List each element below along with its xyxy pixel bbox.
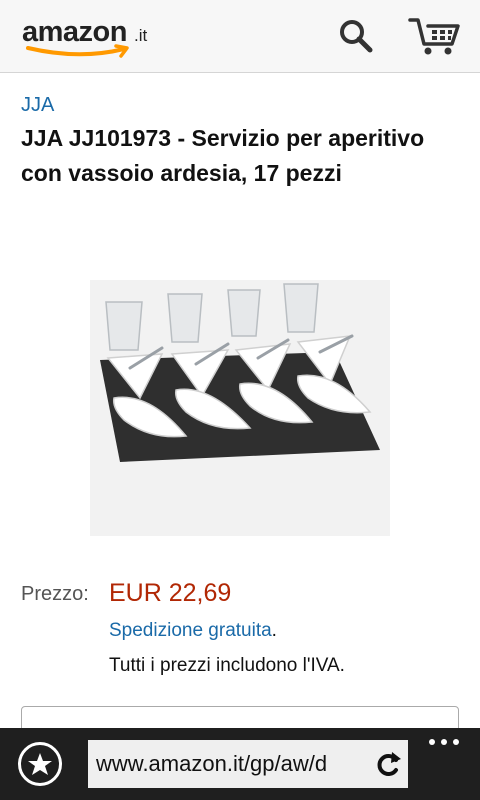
price-value: EUR 22,69 xyxy=(109,579,232,607)
product-title: JJA JJ101973 - Servizio per aperitivo co… xyxy=(21,125,425,186)
more-icon xyxy=(429,739,459,745)
search-icon xyxy=(340,20,373,53)
product-image[interactable] xyxy=(90,280,390,536)
refresh-icon xyxy=(377,752,401,776)
url-text: www.amazon.it/gp/aw/d xyxy=(96,751,328,776)
cart-icon xyxy=(408,18,460,55)
address-field[interactable]: www.amazon.it/gp/aw/d xyxy=(88,740,408,788)
brand-link[interactable]: JJA xyxy=(21,93,54,117)
price-label: Prezzo: xyxy=(21,583,89,605)
app-header: amazon .it xyxy=(0,0,480,73)
shipping-suffix: . xyxy=(271,620,277,641)
smile-arrow-icon xyxy=(26,44,129,58)
amazon-logo[interactable]: amazon .it xyxy=(22,14,182,58)
vat-note: Tutti i prezzi includono l'IVA. xyxy=(109,655,345,676)
more-menu-button[interactable] xyxy=(424,732,468,752)
product-photo xyxy=(90,280,390,536)
search-button[interactable] xyxy=(336,16,376,56)
favorites-button[interactable] xyxy=(18,742,62,786)
free-shipping-link[interactable]: Spedizione gratuita xyxy=(109,620,272,641)
logo-domain: .it xyxy=(134,26,148,45)
cart-button[interactable] xyxy=(408,14,460,58)
star-icon xyxy=(28,753,52,775)
browser-address-bar: www.amazon.it/gp/aw/d xyxy=(0,728,480,800)
shipping-info: Spedizione gratuita. xyxy=(109,619,277,643)
refresh-button[interactable] xyxy=(368,740,408,788)
